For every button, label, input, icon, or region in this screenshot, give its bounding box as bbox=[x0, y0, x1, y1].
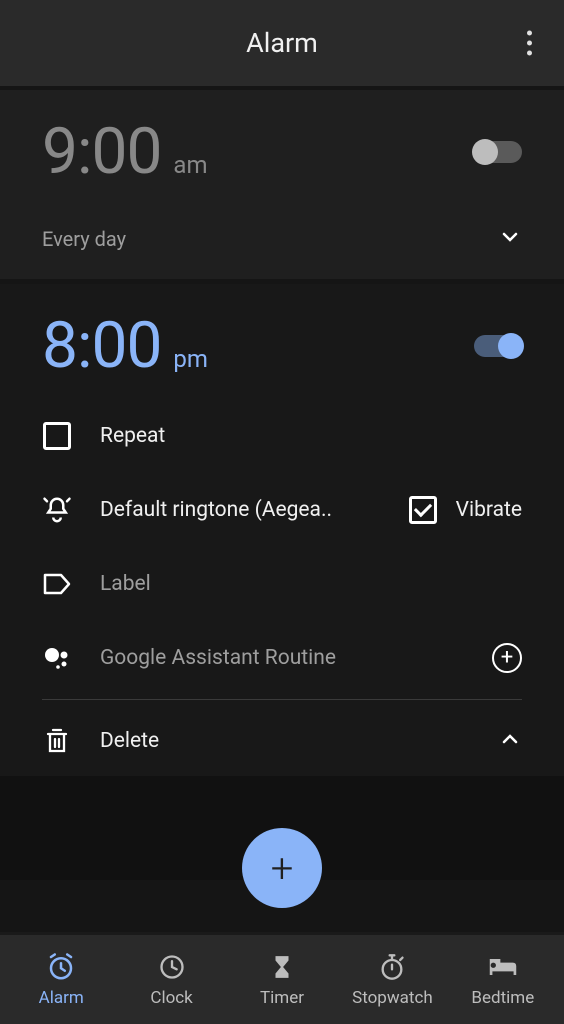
alarm-item: 9:00 am Every day bbox=[0, 90, 564, 279]
delete-alarm-button[interactable]: Delete bbox=[42, 726, 159, 756]
alarm-time: 8:00 bbox=[42, 308, 161, 383]
google-assistant-icon bbox=[42, 643, 72, 673]
ringtone-option[interactable]: Default ringtone (Aegea.. bbox=[42, 495, 392, 525]
alarm-time-button[interactable]: 9:00 am bbox=[42, 114, 208, 189]
hourglass-icon bbox=[267, 952, 297, 982]
label-text: Label bbox=[100, 572, 151, 596]
collapse-alarm-button[interactable] bbox=[498, 727, 522, 755]
bottom-navigation: Alarm Clock Timer Stopwatch bbox=[0, 932, 564, 1024]
nav-label: Timer bbox=[260, 988, 304, 1008]
app-header: Alarm bbox=[0, 0, 564, 86]
alarm-toggle[interactable] bbox=[474, 141, 522, 163]
nav-tab-stopwatch[interactable]: Stopwatch bbox=[337, 952, 447, 1008]
alarm-item-expanded: 8:00 pm Repeat Default ringtone (Aegea.. bbox=[0, 284, 564, 776]
nav-label: Stopwatch bbox=[352, 988, 433, 1008]
nav-label: Clock bbox=[150, 988, 192, 1008]
repeat-label: Repeat bbox=[100, 424, 165, 448]
repeat-option[interactable]: Repeat bbox=[42, 399, 522, 473]
delete-label: Delete bbox=[100, 729, 159, 753]
more-vert-icon bbox=[527, 31, 532, 56]
plus-icon: + bbox=[271, 845, 294, 892]
alarm-icon bbox=[46, 952, 76, 982]
bell-icon bbox=[42, 495, 72, 525]
alarm-ampm: pm bbox=[173, 345, 208, 373]
alarm-time: 9:00 bbox=[42, 114, 161, 189]
assistant-routine-label: Google Assistant Routine bbox=[100, 646, 336, 670]
toggle-knob-icon bbox=[472, 139, 498, 165]
stopwatch-icon bbox=[377, 952, 407, 982]
alarm-toggle[interactable] bbox=[474, 335, 522, 357]
nav-label: Bedtime bbox=[471, 988, 534, 1008]
nav-tab-timer[interactable]: Timer bbox=[227, 952, 337, 1008]
chevron-down-icon bbox=[498, 225, 522, 253]
expand-alarm-button[interactable]: Every day bbox=[42, 225, 522, 253]
vibrate-option[interactable]: Vibrate bbox=[408, 495, 522, 525]
nav-tab-bedtime[interactable]: Bedtime bbox=[448, 952, 558, 1008]
label-option[interactable]: Label bbox=[42, 547, 522, 621]
ringtone-label: Default ringtone (Aegea.. bbox=[100, 498, 332, 522]
checkbox-checked-icon bbox=[408, 495, 438, 525]
alarm-time-button[interactable]: 8:00 pm bbox=[42, 308, 208, 383]
add-routine-button[interactable]: + bbox=[492, 643, 522, 673]
alarm-schedule-label: Every day bbox=[42, 227, 126, 251]
alarm-ampm: am bbox=[173, 151, 207, 179]
page-title: Alarm bbox=[246, 27, 318, 59]
toggle-knob-icon bbox=[498, 333, 524, 359]
clock-icon bbox=[157, 952, 187, 982]
add-alarm-fab[interactable]: + bbox=[242, 828, 322, 908]
tag-icon bbox=[42, 569, 72, 599]
nav-label: Alarm bbox=[39, 988, 84, 1008]
checkbox-unchecked-icon bbox=[42, 421, 72, 451]
overflow-menu-button[interactable] bbox=[519, 23, 540, 64]
bed-icon bbox=[488, 952, 518, 982]
trash-icon bbox=[42, 726, 72, 756]
assistant-routine-option[interactable]: Google Assistant Routine bbox=[42, 643, 336, 673]
vibrate-label: Vibrate bbox=[456, 498, 522, 522]
plus-icon: + bbox=[501, 647, 513, 669]
nav-tab-alarm[interactable]: Alarm bbox=[6, 952, 116, 1008]
nav-tab-clock[interactable]: Clock bbox=[116, 952, 226, 1008]
